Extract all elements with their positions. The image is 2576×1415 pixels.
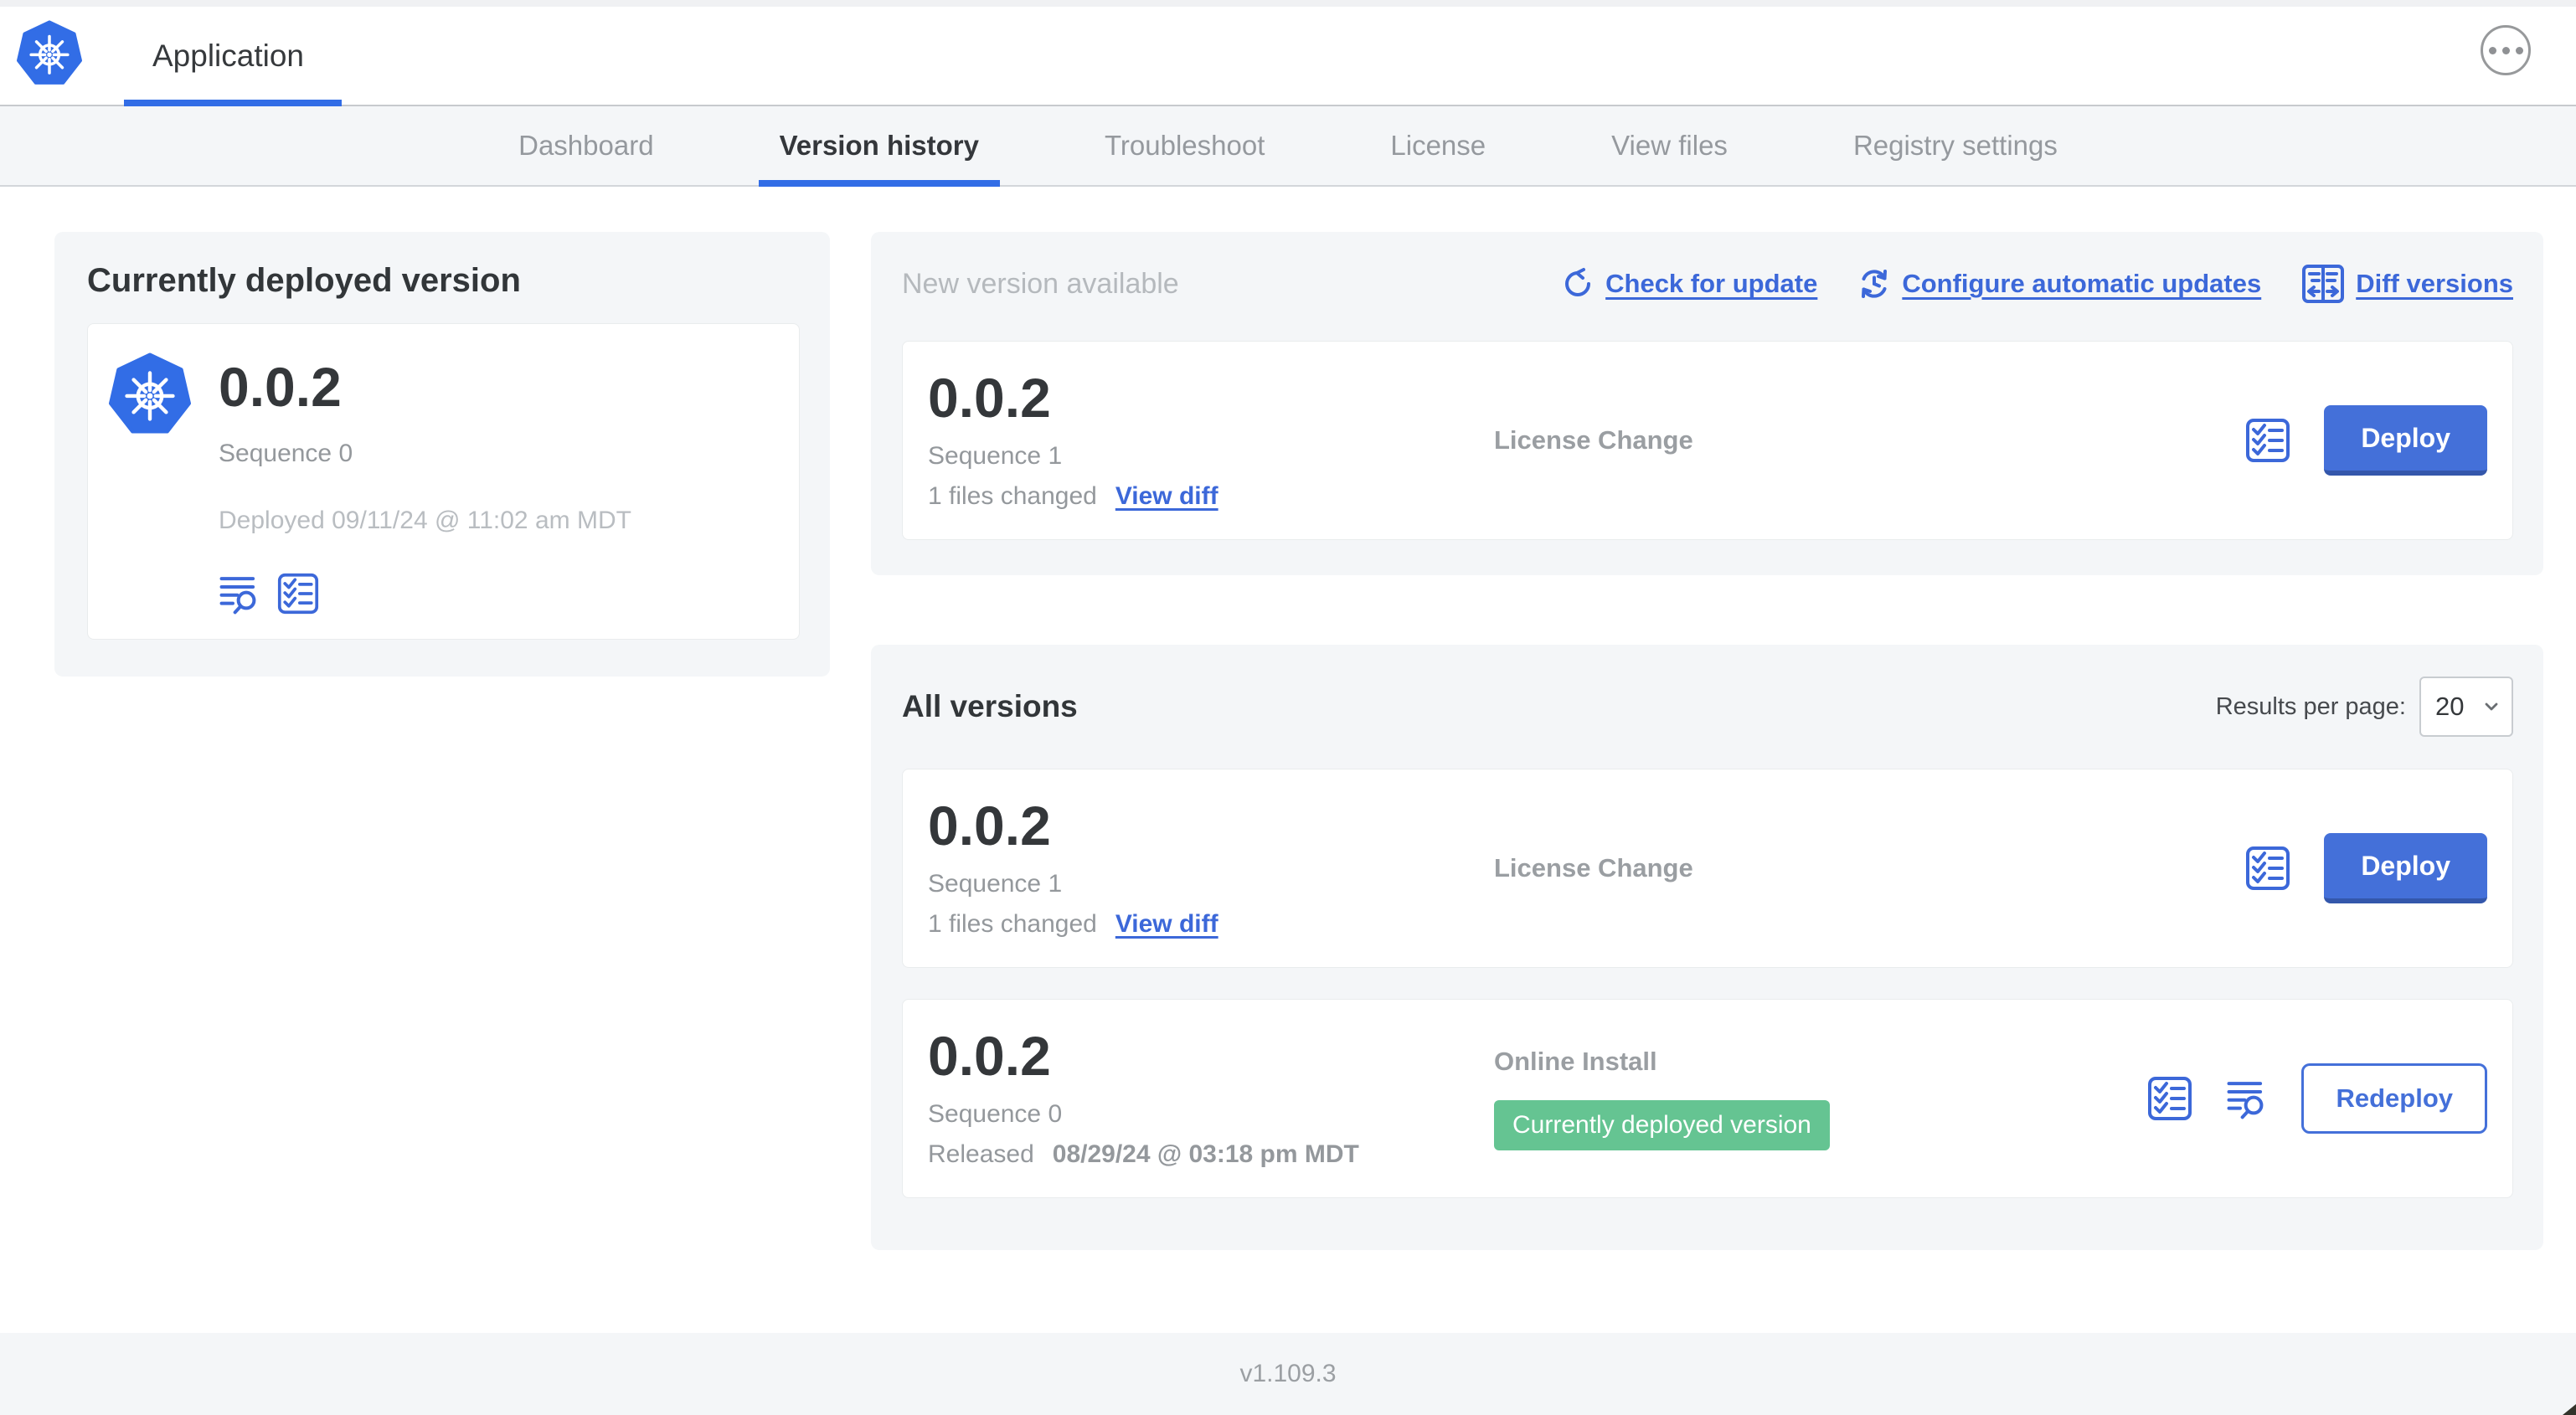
deployed-actions [219, 570, 631, 617]
new-version-card: 0.0.2 Sequence 1 1 files changed View di… [902, 341, 2513, 540]
source-label: Online Install [1494, 1047, 1657, 1076]
version-actions: Redeploy [2147, 1063, 2487, 1134]
redeploy-button[interactable]: Redeploy [2301, 1063, 2487, 1134]
diff-versions-link[interactable]: Diff versions [2301, 264, 2513, 304]
version-meta: 1 files changed View diff [928, 482, 1494, 511]
version-source: License Change [1494, 853, 2245, 883]
tab-troubleshoot[interactable]: Troubleshoot [1084, 106, 1285, 185]
version-number: 0.0.2 [928, 367, 1051, 429]
tab-registry-settings[interactable]: Registry settings [1832, 106, 2079, 185]
version-info: 0.0.2 Sequence 1 1 files changed View di… [928, 798, 1494, 939]
version-meta: 1 files changed View diff [928, 910, 1494, 939]
version-number: 0.0.2 [928, 1025, 1051, 1087]
preflight-checks-icon[interactable] [2245, 418, 2290, 463]
deployed-sequence: Sequence 0 [219, 440, 353, 467]
tab-version-history[interactable]: Version history [758, 106, 1000, 187]
deploy-button[interactable]: Deploy [2324, 405, 2487, 476]
diff-icon [2302, 265, 2345, 303]
all-versions-title: All versions [902, 689, 1078, 723]
app-subnav: Dashboard Version history Troubleshoot L… [0, 106, 2576, 187]
console-version: v1.109.3 [1239, 1360, 1337, 1387]
preflight-checks-icon[interactable] [277, 573, 319, 615]
view-diff-link[interactable]: View diff [1115, 482, 1218, 511]
source-label: License Change [1494, 425, 1693, 455]
deploy-button[interactable]: Deploy [2324, 833, 2487, 903]
files-changed: 1 files changed [928, 910, 1097, 938]
version-info: 0.0.2 Sequence 1 1 files changed View di… [928, 370, 1494, 511]
top-strip [0, 0, 2576, 7]
app-title-tab[interactable]: Application [152, 7, 304, 105]
version-actions: Deploy [2245, 833, 2487, 903]
overflow-menu-button[interactable] [2481, 25, 2531, 75]
preflight-checks-icon[interactable] [2147, 1076, 2192, 1121]
app-header: Application [0, 7, 2576, 106]
currently-deployed-card: 0.0.2 Sequence 0 Deployed 09/11/24 @ 11:… [87, 323, 800, 640]
active-app-underline [124, 100, 342, 106]
tab-license[interactable]: License [1369, 106, 1507, 185]
update-actions: Check for update Configure automatic upd… [1561, 264, 2513, 304]
version-sequence: Sequence 1 [928, 870, 1063, 898]
deployed-timestamp: Deployed 09/11/24 @ 11:02 am MDT [219, 507, 631, 534]
release-notes-icon[interactable] [2226, 1075, 2268, 1122]
released-label: Released [928, 1140, 1034, 1168]
main-content: Currently deployed version 0.0.2 Sequenc… [0, 187, 2576, 1250]
all-versions-header: All versions Results per page: 20 [902, 677, 2513, 737]
version-sequence: Sequence 1 [928, 442, 1063, 470]
preflight-checks-icon[interactable] [2245, 846, 2290, 891]
kubernetes-logo-icon [17, 20, 82, 85]
refresh-icon [1565, 268, 1591, 296]
currently-deployed-details: 0.0.2 Sequence 0 Deployed 09/11/24 @ 11:… [219, 352, 631, 617]
right-column: New version available Check for update C… [871, 232, 2543, 1250]
version-actions: Deploy [2245, 405, 2487, 476]
new-version-heading: New version available [902, 267, 1179, 300]
cursor-artifact [2563, 1404, 2576, 1415]
chevron-down-icon [2485, 702, 2498, 711]
version-row: 0.0.2 Sequence 0 Released 08/29/24 @ 03:… [902, 999, 2513, 1198]
all-versions-panel: All versions Results per page: 20 0.0.2 [871, 645, 2543, 1250]
deployed-version-number: 0.0.2 [219, 356, 342, 418]
version-source: License Change [1494, 425, 2245, 455]
files-changed: 1 files changed [928, 482, 1097, 510]
ellipsis-icon [2488, 46, 2496, 54]
configure-automatic-updates-link[interactable]: Configure automatic updates [1857, 267, 2261, 301]
released-date: 08/29/24 @ 03:18 pm MDT [1052, 1140, 1359, 1168]
release-notes-icon[interactable] [219, 570, 260, 617]
tab-dashboard[interactable]: Dashboard [497, 106, 674, 185]
check-for-update-link[interactable]: Check for update [1561, 267, 1817, 301]
new-version-header: New version available Check for update C… [902, 264, 2513, 304]
results-per-page-label: Results per page: [2215, 692, 2406, 720]
clock-refresh-icon [1862, 270, 1888, 298]
results-per-page: Results per page: 20 [2216, 677, 2513, 737]
active-tab-underline [758, 180, 1000, 187]
currently-deployed-panel: Currently deployed version 0.0.2 Sequenc… [54, 232, 830, 677]
kubernetes-app-icon [109, 352, 191, 435]
version-row: 0.0.2 Sequence 1 1 files changed View di… [902, 769, 2513, 968]
tab-view-files[interactable]: View files [1590, 106, 1749, 185]
version-meta: Released 08/29/24 @ 03:18 pm MDT [928, 1140, 1494, 1169]
currently-deployed-title: Currently deployed version [87, 262, 521, 299]
all-versions-list: 0.0.2 Sequence 1 1 files changed View di… [902, 769, 2513, 1198]
view-diff-link[interactable]: View diff [1115, 910, 1218, 939]
results-per-page-select[interactable]: 20 [2419, 677, 2513, 737]
new-version-panel: New version available Check for update C… [871, 232, 2543, 575]
currently-deployed-badge: Currently deployed version [1494, 1100, 1830, 1150]
version-sequence: Sequence 0 [928, 1100, 1063, 1128]
version-info: 0.0.2 Sequence 0 Released 08/29/24 @ 03:… [928, 1028, 1494, 1169]
source-label: License Change [1494, 853, 1693, 882]
version-source: Online Install Currently deployed versio… [1494, 1047, 2147, 1150]
version-history-page: Application Dashboard Version history Tr… [0, 0, 2576, 1415]
page-footer: v1.109.3 [0, 1333, 2576, 1415]
version-number: 0.0.2 [928, 795, 1051, 857]
